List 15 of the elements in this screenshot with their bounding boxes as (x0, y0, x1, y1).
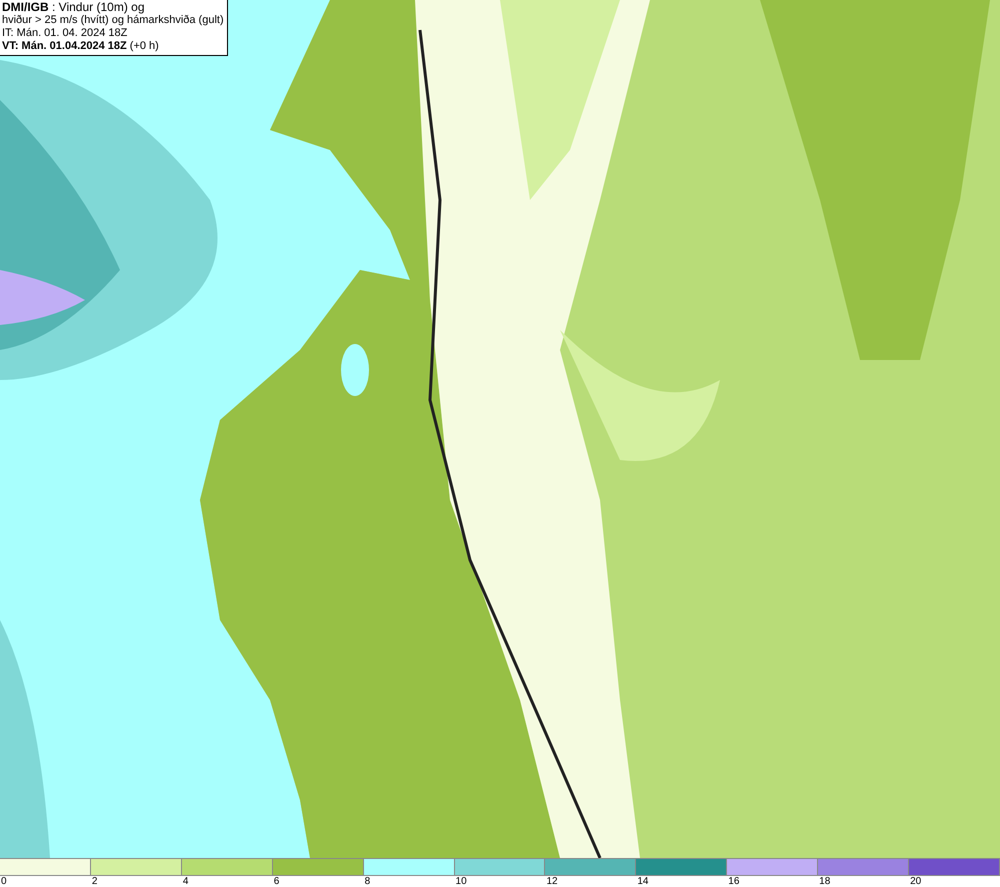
info-text: IT: Mán. 01. 04. 2024 18Z (2, 27, 128, 40)
legend-label: 6 (274, 876, 280, 887)
legend-label: 14 (637, 876, 648, 887)
info-text: VT: Mán. 01.04.2024 18Z (+0 h) (2, 40, 160, 53)
legend-label: 12 (546, 876, 558, 887)
info-text: DMI/IGB : Vindur (10m) og (2, 1, 146, 14)
legend-label: 4 (182, 876, 188, 887)
legend-label: 16 (728, 876, 740, 887)
legend-label: 10 (456, 876, 467, 887)
info-text: hviður > 25 m/s (hvítt) og hámarkshviða (gult) (2, 14, 224, 27)
legend-label: 20 (910, 876, 922, 887)
legend-label: 0 (1, 876, 7, 887)
legend-label: 2 (92, 876, 98, 887)
legend-label: 8 (364, 876, 370, 887)
legend-label: 18 (819, 876, 830, 887)
